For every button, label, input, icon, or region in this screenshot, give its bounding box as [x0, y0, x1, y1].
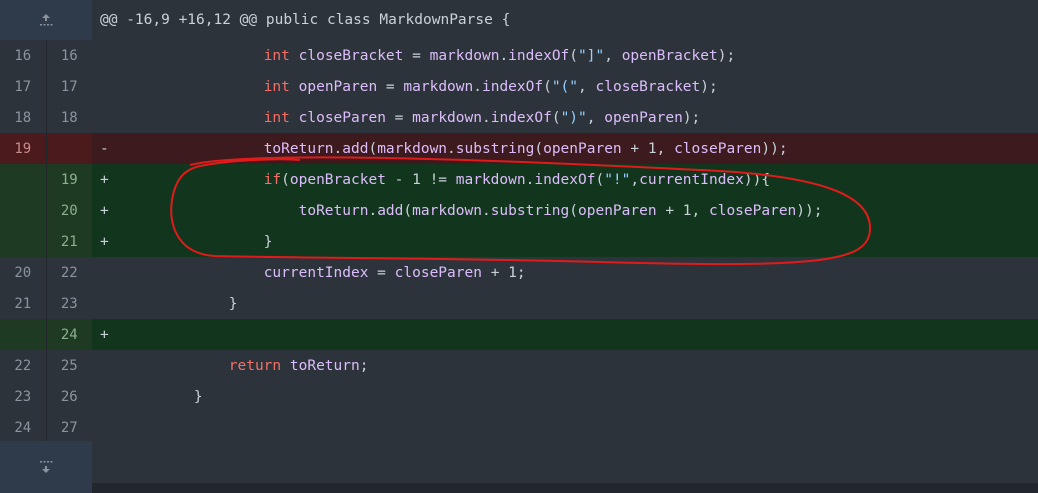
old-line-number[interactable] [0, 226, 47, 257]
new-line-number[interactable]: 27 [47, 412, 93, 443]
code-line: toReturn.add(markdown.substring(openPare… [263, 140, 788, 157]
old-line-number[interactable]: 22 [0, 350, 47, 381]
code-line: return toReturn; [228, 357, 369, 374]
code-line: currentIndex = closeParen + 1; [263, 264, 526, 281]
code-line: toReturn.add(markdown.substring(openPare… [298, 202, 823, 219]
new-line-number[interactable]: 19 [47, 164, 93, 195]
code-line: } [228, 295, 238, 312]
diff-sign: + [100, 233, 109, 250]
expand-down-icon [40, 461, 53, 473]
old-line-number[interactable]: 23 [0, 381, 47, 412]
expand-up-icon [40, 14, 53, 26]
old-line-number[interactable]: 17 [0, 71, 47, 102]
expand-up-button[interactable] [0, 0, 92, 40]
diff-row-ctx: 20 22 currentIndex = closeParen + 1; [0, 257, 1038, 288]
diff-row-ctx: 23 26 } [0, 381, 1038, 412]
code-line: int closeParen = markdown.indexOf(")", o… [263, 109, 701, 126]
diff-sign: + [100, 171, 109, 188]
old-line-number[interactable]: 20 [0, 257, 47, 288]
diff-row-del: 19 - toReturn.add(markdown.substring(open… [0, 133, 1038, 164]
code-line: if(openBracket - 1 != markdown.indexOf("… [263, 171, 771, 188]
old-line-number[interactable]: 16 [0, 40, 47, 71]
new-line-number[interactable]: 26 [47, 381, 93, 412]
code-line: } [193, 388, 203, 405]
expand-down-button[interactable] [0, 441, 92, 493]
diff-row-ctx: 18 18 int closeParen = markdown.indexOf("… [0, 102, 1038, 133]
code-line: int openParen = markdown.indexOf("(", cl… [263, 78, 718, 95]
hunk-header: @@ -16,9 +16,12 @@ public class Markdown… [0, 0, 1038, 40]
old-line-number[interactable] [0, 164, 47, 195]
hunk-header-text: @@ -16,9 +16,12 @@ public class Markdown… [100, 12, 511, 28]
new-line-number[interactable] [47, 133, 93, 164]
old-line-number[interactable] [0, 319, 47, 350]
new-line-number[interactable]: 18 [47, 102, 93, 133]
new-line-number[interactable]: 24 [47, 319, 93, 350]
new-line-number[interactable]: 22 [47, 257, 93, 288]
old-line-number[interactable]: 21 [0, 288, 47, 319]
diff-row-ctx: 17 17 int openParen = markdown.indexOf("(… [0, 71, 1038, 102]
diff-row-add: 24 + [0, 319, 1038, 350]
diff-row-ctx: 16 16 int closeBracket = markdown.indexOf… [0, 40, 1038, 71]
new-line-number[interactable]: 23 [47, 288, 93, 319]
diff-sign: - [100, 140, 109, 157]
new-line-number[interactable]: 16 [47, 40, 93, 71]
diff-sign: + [100, 326, 109, 343]
diff-row-add: 21 + } [0, 226, 1038, 257]
old-line-number[interactable] [0, 195, 47, 226]
old-line-number[interactable]: 18 [0, 102, 47, 133]
new-line-number[interactable]: 21 [47, 226, 93, 257]
old-line-number[interactable]: 19 [0, 133, 47, 164]
diff-row-ctx: 24 27 [0, 412, 1038, 443]
diff-row-add: 20 + toReturn.add(markdown.substring(open… [0, 195, 1038, 226]
diff-row-add: 19 + if(openBracket - 1 != markdown.index… [0, 164, 1038, 195]
diff-sign: + [100, 202, 109, 219]
old-line-number[interactable]: 24 [0, 412, 47, 443]
new-line-number[interactable]: 20 [47, 195, 93, 226]
new-line-number[interactable]: 25 [47, 350, 93, 381]
code-line: int closeBracket = markdown.indexOf("]",… [263, 47, 736, 64]
scrollbar-track[interactable] [92, 483, 1038, 493]
diff-row-ctx: 21 23 } [0, 288, 1038, 319]
new-line-number[interactable]: 17 [47, 71, 93, 102]
code-line: } [263, 233, 273, 250]
diff-row-ctx: 22 25 return toReturn; [0, 350, 1038, 381]
